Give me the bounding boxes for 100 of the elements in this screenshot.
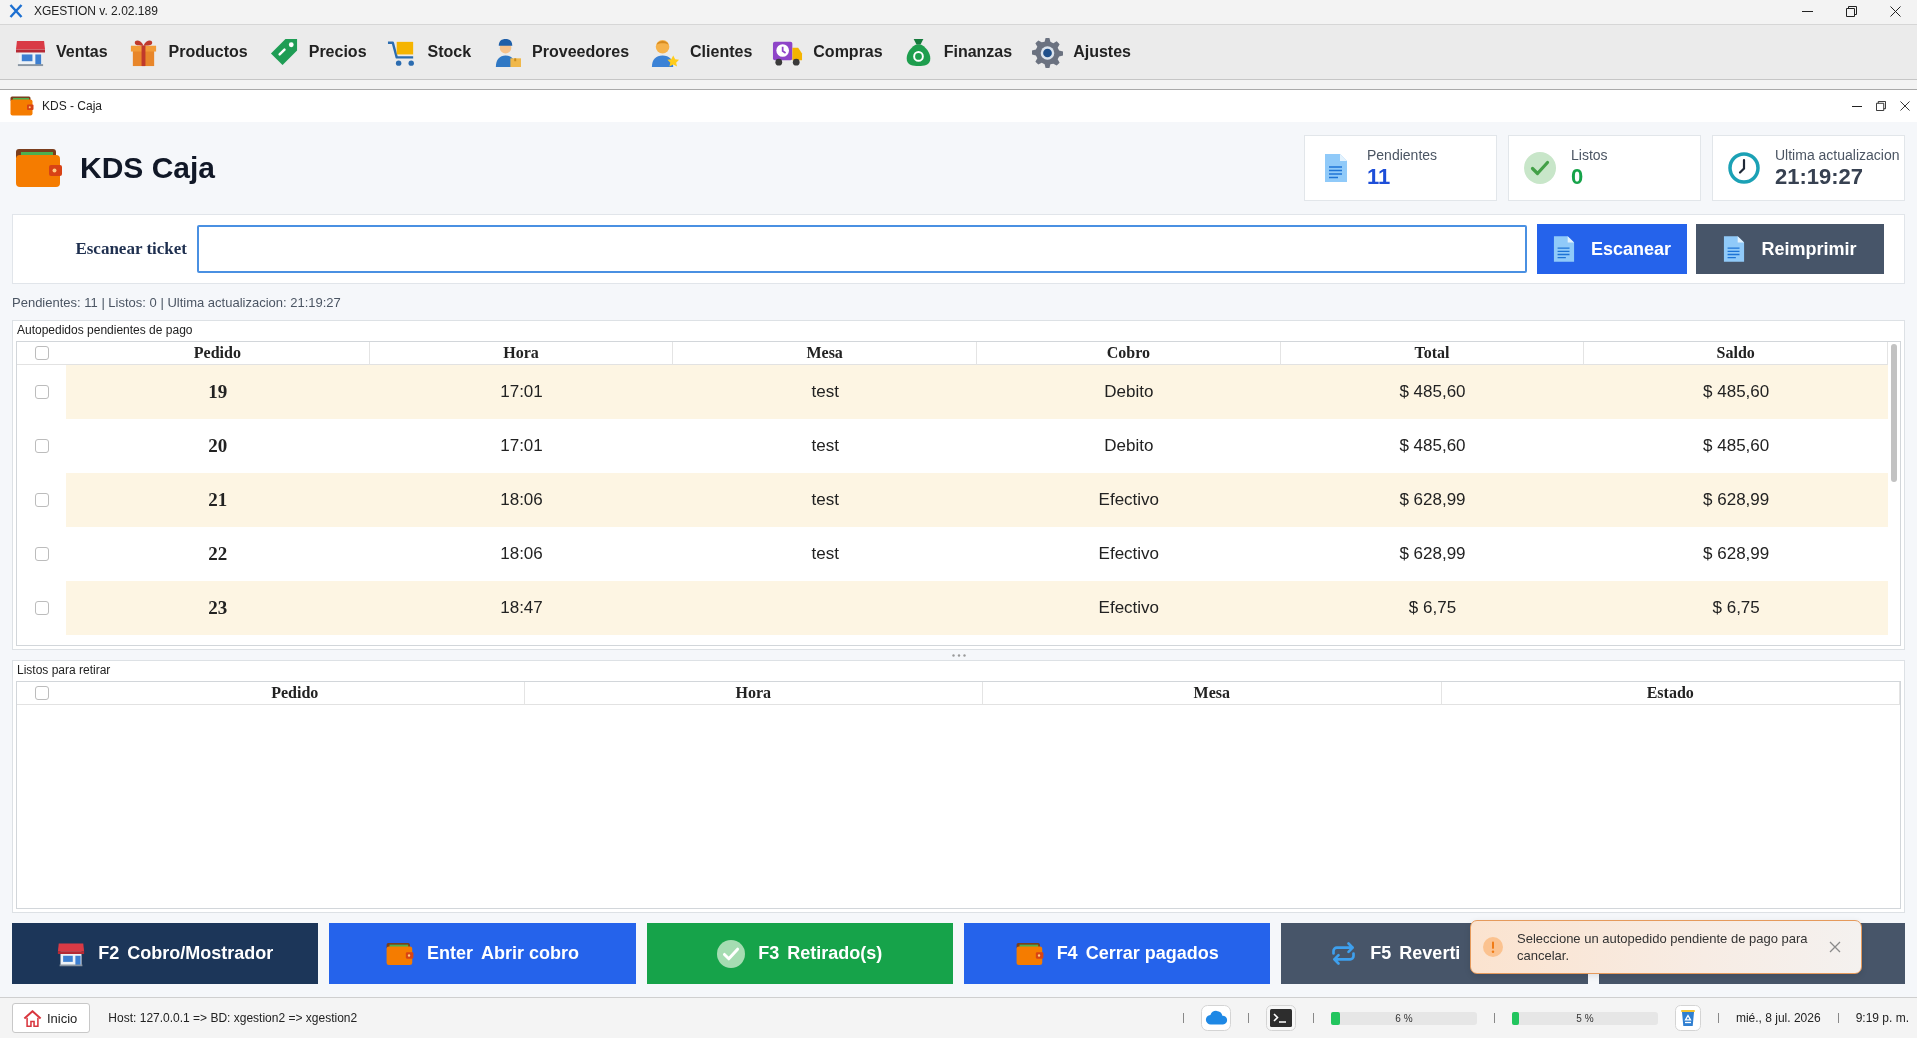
- meter-reading: 5 %: [1576, 1011, 1594, 1025]
- meter-reading: 6 %: [1395, 1011, 1413, 1025]
- column-header: Pedido: [66, 682, 525, 705]
- group-title: Autopedidos pendientes de pago: [16, 322, 193, 339]
- table-cell-text: $ 485,60: [1702, 435, 1771, 457]
- status-summary: Pendientes: 11 | Listos: 0 | Ultima actualizacion: 21:19:27: [12, 294, 341, 312]
- connection-info: Host: 127.0.0.1 => BD: xgestion2 => xgestion2: [108, 1011, 358, 1025]
- check-circle-icon: [1524, 152, 1556, 184]
- table-cell-text: 18:47: [499, 597, 544, 619]
- table-cell-text: Efectivo: [1097, 597, 1161, 619]
- checkbox[interactable]: [34, 385, 49, 399]
- menu-item[interactable]: Ventas: [15, 36, 108, 68]
- action-button[interactable]: F4 Cerrar pagados: [964, 923, 1271, 984]
- checkbox[interactable]: [34, 686, 49, 700]
- stat-value: 11: [1367, 164, 1392, 190]
- table-cell-text: $ 485,60: [1702, 381, 1771, 403]
- table-cell-text: Efectivo: [1097, 489, 1161, 511]
- table-cell-text: $ 628,99: [1702, 489, 1771, 511]
- table-cell-text: test: [810, 543, 840, 565]
- table-cell-text: $ 485,60: [1398, 435, 1467, 457]
- menu-item[interactable]: Clientes: [649, 36, 753, 68]
- table-cell-text: $ 485,60: [1398, 381, 1467, 403]
- stat-label: Ultima actualizacion: [1775, 146, 1900, 164]
- action-button[interactable]: Enter Abrir cobro: [329, 923, 636, 984]
- wallet-icon: [385, 941, 414, 966]
- restore-icon: [1876, 101, 1886, 111]
- table-cell-text: $ 628,99: [1702, 543, 1771, 565]
- house-icon: [23, 1009, 42, 1027]
- date-text: mié., 8 jul. 2026: [1735, 1011, 1821, 1025]
- check-circle-icon: [717, 939, 746, 968]
- table-row[interactable]: 19 17:01 test Debito $ 485,60 $ 485,60: [66, 365, 1888, 419]
- action-button[interactable]: F2 Cobro/Mostrador: [12, 923, 319, 984]
- table-cell-text: $ 6,75: [1407, 597, 1458, 619]
- scrollbar-thumb[interactable]: [1891, 344, 1897, 482]
- table-cell-text: test: [810, 381, 840, 403]
- table-cell-text: $ 628,99: [1398, 543, 1467, 565]
- document-icon: [1324, 153, 1348, 183]
- checkbox[interactable]: [34, 547, 49, 561]
- terminal-icon[interactable]: [1265, 1005, 1296, 1031]
- menu-item[interactable]: Stock: [386, 36, 472, 68]
- table-cell-text: Debito: [1103, 381, 1155, 403]
- scan-button[interactable]: Escanear: [1537, 224, 1687, 274]
- recycle-bin-icon[interactable]: [1674, 1005, 1701, 1031]
- splitter-grip-icon[interactable]: [951, 653, 966, 657]
- menu-item[interactable]: Finanzas: [902, 36, 1013, 68]
- reprint-button[interactable]: Reimprimir: [1696, 224, 1884, 274]
- table-cell-text: 17:01: [499, 381, 544, 403]
- window-title: KDS - Caja: [42, 99, 103, 113]
- checkbox[interactable]: [34, 493, 49, 507]
- document-icon: [1552, 235, 1575, 263]
- checkbox[interactable]: [34, 346, 49, 360]
- table-row[interactable]: 21 18:06 test Efectivo $ 628,99 $ 628,99: [66, 473, 1888, 527]
- page-title: KDS Caja: [80, 151, 216, 185]
- ticket-input[interactable]: [197, 225, 1527, 273]
- window-title: XGESTION v. 2.02.189: [34, 4, 158, 18]
- column-header: Hora: [524, 682, 983, 705]
- home-button[interactable]: Inicio: [12, 1003, 91, 1033]
- minimize-icon: [1852, 105, 1862, 107]
- field-label: Escanear ticket: [74, 239, 188, 259]
- close-icon[interactable]: [1829, 941, 1841, 953]
- menu-item[interactable]: Productos: [127, 36, 248, 68]
- clock-icon: [1728, 152, 1760, 184]
- table-cell-text: 18:06: [499, 489, 544, 511]
- table-cell-text: 23: [207, 596, 229, 620]
- table-cell-text: $ 6,75: [1711, 597, 1761, 619]
- table-cell-text: Efectivo: [1097, 543, 1161, 565]
- time-text: 9:19 p. m.: [1855, 1011, 1909, 1025]
- settings-icon: [1032, 36, 1064, 68]
- checkbox[interactable]: [34, 601, 49, 615]
- stat-value: 21:19:27: [1775, 164, 1865, 190]
- warning-icon: [1483, 937, 1503, 957]
- table-cell-text: Debito: [1103, 435, 1155, 457]
- table-cell-text: 20: [207, 434, 229, 458]
- stat-label: Pendientes: [1367, 146, 1438, 164]
- column-header: Mesa: [983, 682, 1442, 705]
- restore-icon: [1845, 5, 1857, 17]
- minimize-icon: [1801, 10, 1813, 12]
- checkbox[interactable]: [34, 439, 49, 453]
- column-header: Estado: [1441, 682, 1900, 705]
- stat-value: 0: [1571, 164, 1585, 190]
- app-logo-icon: [9, 4, 23, 18]
- menu-item[interactable]: Precios: [267, 36, 367, 68]
- group-title: Listos para retirar: [16, 662, 111, 679]
- table-cell-text: test: [810, 489, 840, 511]
- table-cell-text: 18:06: [499, 543, 544, 565]
- table-cell-text: $ 628,99: [1398, 489, 1467, 511]
- table-row[interactable]: 23 18:47 Efectivo $ 6,75 $ 6,75: [66, 581, 1888, 635]
- wallet-icon: [15, 148, 63, 188]
- menu-item[interactable]: Proveedores: [491, 36, 630, 68]
- repeat-arrows-icon: [1330, 941, 1358, 966]
- menu-item[interactable]: Ajustes: [1032, 36, 1131, 68]
- table-cell-text: 22: [207, 542, 229, 566]
- close-icon: [1900, 101, 1910, 111]
- menu-item[interactable]: Compras: [772, 36, 883, 68]
- wallet-icon: [1015, 941, 1044, 966]
- wallet-icon: [10, 96, 34, 116]
- stat-label: Listos: [1571, 146, 1608, 164]
- cloud-icon[interactable]: [1200, 1005, 1231, 1031]
- table-cell-text: 17:01: [499, 435, 544, 457]
- close-icon: [1889, 5, 1901, 17]
